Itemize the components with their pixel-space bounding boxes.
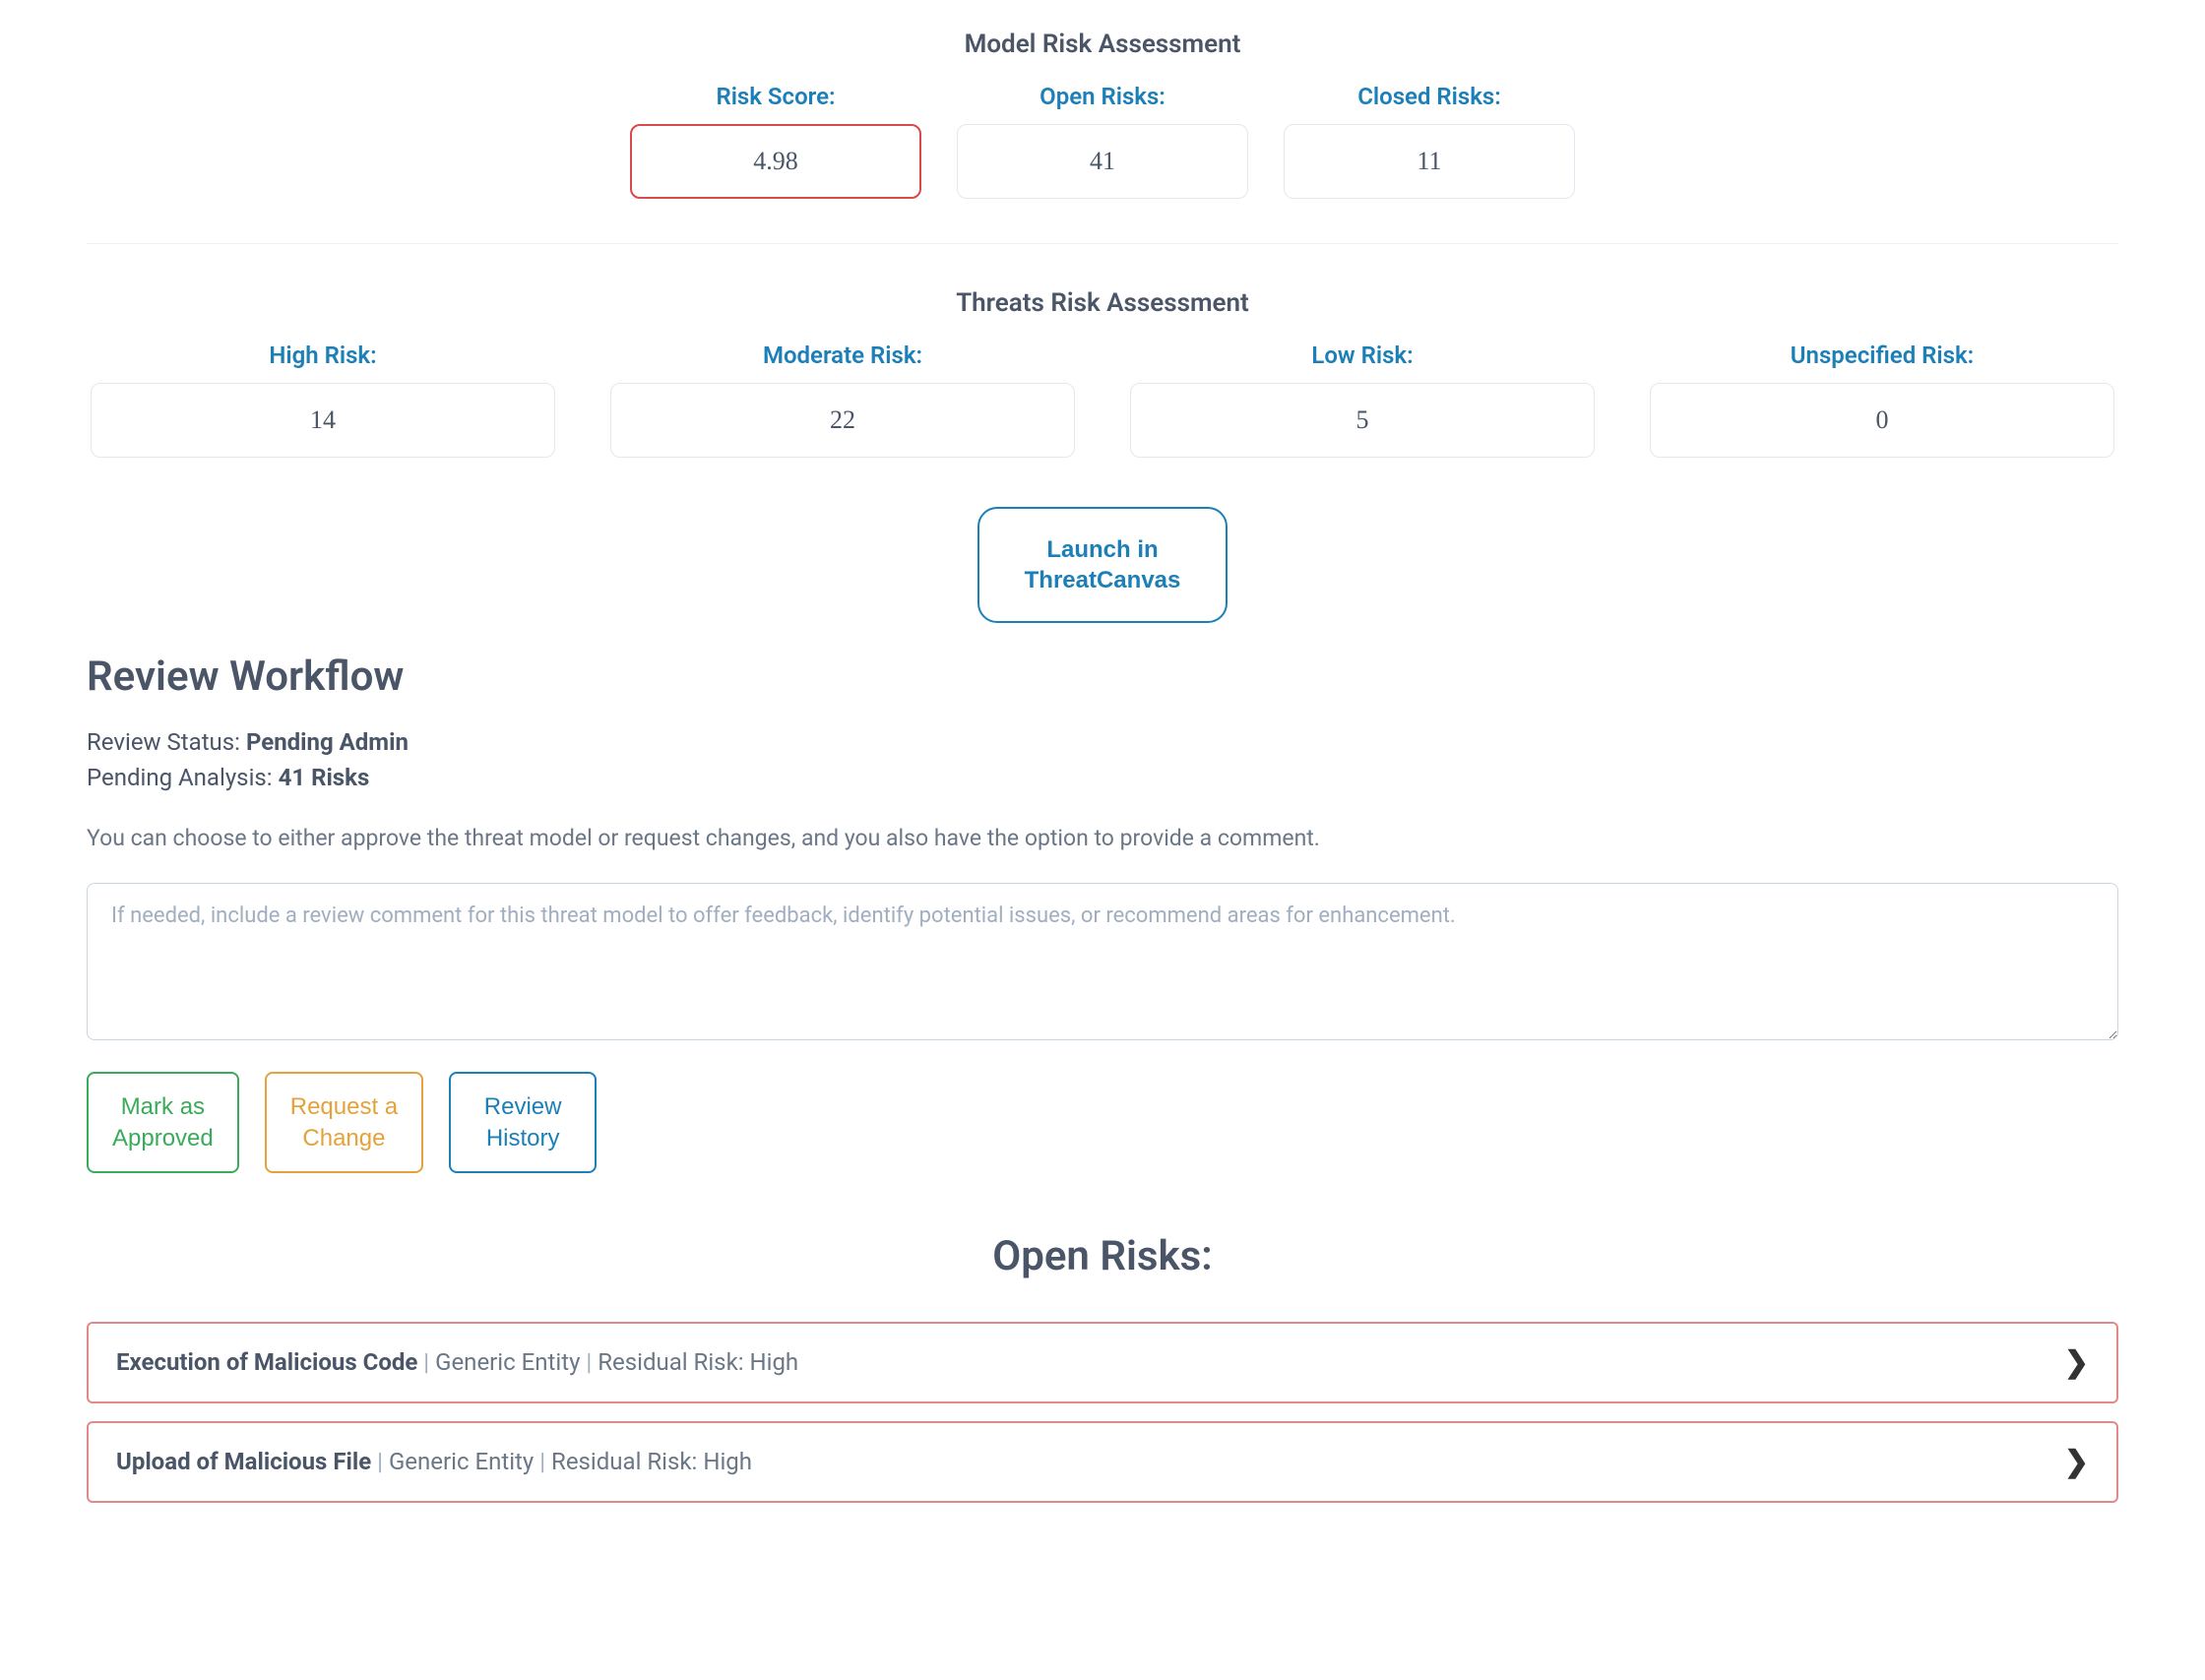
unspecified-risk-block: Unspecified Risk: 0 xyxy=(1650,342,2114,458)
moderate-risk-value: 22 xyxy=(610,383,1075,458)
chevron-right-icon: ❯ xyxy=(2064,1345,2089,1380)
request-change-line1: Request a xyxy=(290,1093,398,1120)
divider xyxy=(87,243,2118,244)
model-stat-row: Risk Score: 4.98 Open Risks: 41 Closed R… xyxy=(87,83,2118,199)
high-risk-value: 14 xyxy=(91,383,555,458)
open-risks-value: 41 xyxy=(957,124,1248,199)
closed-risks-value: 11 xyxy=(1284,124,1575,199)
mark-approved-line2: Approved xyxy=(112,1125,214,1151)
review-workflow-section: Review Workflow Review Status: Pending A… xyxy=(87,653,2118,1172)
risk-item[interactable]: Execution of Malicious Code | Generic En… xyxy=(87,1322,2118,1403)
risk-score-value: 4.98 xyxy=(630,124,921,199)
launch-button-line1: Launch in xyxy=(1046,536,1158,563)
low-risk-value: 5 xyxy=(1130,383,1595,458)
open-risks-title: Open Risks: xyxy=(87,1232,2118,1280)
closed-risks-block: Closed Risks: 11 xyxy=(1284,83,1575,199)
model-assessment-title: Model Risk Assessment xyxy=(87,30,2118,59)
risk-entity: Generic Entity xyxy=(389,1448,534,1475)
pending-analysis-label: Pending Analysis: xyxy=(87,764,279,791)
model-risk-assessment-section: Model Risk Assessment Risk Score: 4.98 O… xyxy=(87,30,2118,199)
review-description: You can choose to either approve the thr… xyxy=(87,825,2118,851)
moderate-risk-block: Moderate Risk: 22 xyxy=(610,342,1075,458)
review-status-line: Review Status: Pending Admin xyxy=(87,728,2118,756)
review-buttons-row: Mark as Approved Request a Change Review… xyxy=(87,1072,2118,1172)
high-risk-block: High Risk: 14 xyxy=(91,342,555,458)
request-change-line2: Change xyxy=(302,1125,385,1151)
mark-as-approved-button[interactable]: Mark as Approved xyxy=(87,1072,239,1172)
review-history-line2: History xyxy=(486,1125,560,1151)
chevron-right-icon: ❯ xyxy=(2064,1445,2089,1479)
review-status-value: Pending Admin xyxy=(246,728,409,756)
risk-residual-label: Residual Risk: xyxy=(598,1348,743,1376)
risk-residual-label: Residual Risk: xyxy=(551,1448,697,1475)
pending-analysis-value: 41 Risks xyxy=(279,764,370,791)
closed-risks-label: Closed Risks: xyxy=(1357,83,1501,110)
launch-button-line2: ThreatCanvas xyxy=(1025,567,1181,593)
review-status-label: Review Status: xyxy=(87,728,246,756)
separator: | xyxy=(586,1348,598,1376)
review-workflow-heading: Review Workflow xyxy=(87,653,2118,701)
review-history-line1: Review xyxy=(484,1093,562,1120)
pending-analysis-line: Pending Analysis: 41 Risks xyxy=(87,764,2118,791)
risk-residual-level: High xyxy=(750,1348,799,1376)
separator: | xyxy=(423,1348,435,1376)
review-comment-textarea[interactable] xyxy=(87,883,2118,1040)
risk-residual-level: High xyxy=(703,1448,752,1475)
threats-risk-assessment-section: Threats Risk Assessment High Risk: 14 Mo… xyxy=(87,288,2118,458)
request-change-button[interactable]: Request a Change xyxy=(265,1072,423,1172)
separator: | xyxy=(539,1448,551,1475)
separator: | xyxy=(377,1448,389,1475)
review-history-button[interactable]: Review History xyxy=(449,1072,597,1172)
open-risks-label: Open Risks: xyxy=(1040,83,1166,110)
threats-assessment-title: Threats Risk Assessment xyxy=(87,288,2118,318)
low-risk-label: Low Risk: xyxy=(1311,342,1413,369)
risk-name: Upload of Malicious File xyxy=(116,1448,371,1475)
risk-name: Execution of Malicious Code xyxy=(116,1348,417,1376)
moderate-risk-label: Moderate Risk: xyxy=(763,342,922,369)
threats-stat-row: High Risk: 14 Moderate Risk: 22 Low Risk… xyxy=(87,342,2118,458)
launch-threatcanvas-button[interactable]: Launch in ThreatCanvas xyxy=(977,507,1228,623)
mark-approved-line1: Mark as xyxy=(121,1093,205,1120)
risk-item-text: Upload of Malicious File | Generic Entit… xyxy=(116,1448,752,1475)
risk-entity: Generic Entity xyxy=(435,1348,580,1376)
unspecified-risk-value: 0 xyxy=(1650,383,2114,458)
high-risk-label: High Risk: xyxy=(269,342,376,369)
unspecified-risk-label: Unspecified Risk: xyxy=(1791,342,1974,369)
risk-item-text: Execution of Malicious Code | Generic En… xyxy=(116,1348,798,1376)
risk-score-block: Risk Score: 4.98 xyxy=(630,83,921,199)
open-risks-section: Open Risks: Execution of Malicious Code … xyxy=(87,1232,2118,1503)
open-risks-block: Open Risks: 41 xyxy=(957,83,1248,199)
risk-item[interactable]: Upload of Malicious File | Generic Entit… xyxy=(87,1421,2118,1503)
risk-score-label: Risk Score: xyxy=(716,83,835,110)
low-risk-block: Low Risk: 5 xyxy=(1130,342,1595,458)
